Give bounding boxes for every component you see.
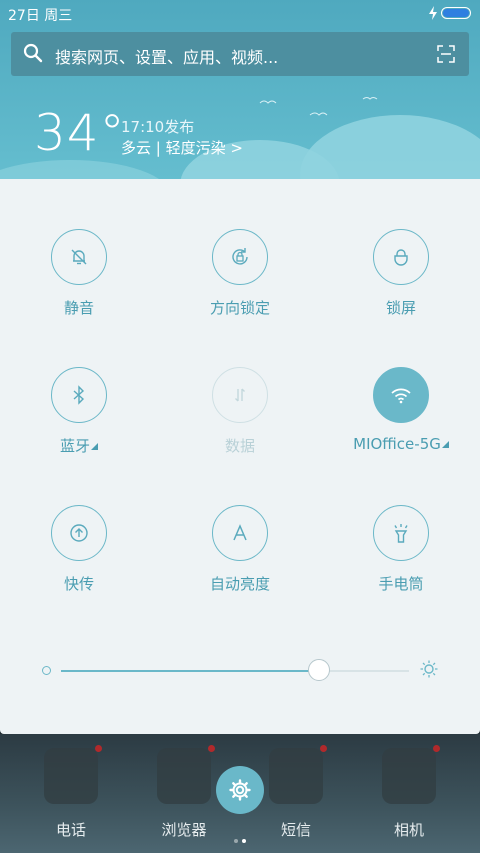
toggle-quick-share[interactable]: 快传 bbox=[19, 505, 139, 594]
charging-bolt-icon bbox=[429, 6, 437, 20]
bluetooth-icon bbox=[73, 385, 85, 405]
notification-badge bbox=[208, 745, 215, 752]
toggle-mobile-data[interactable]: 数据 bbox=[180, 367, 300, 456]
wifi-icon bbox=[391, 388, 411, 404]
notification-badge bbox=[433, 745, 440, 752]
weather-temperature[interactable]: 34° bbox=[34, 104, 126, 162]
toggle-wifi-label: MIOffice-5G bbox=[341, 435, 461, 453]
toggle-auto-brightness[interactable]: 自动亮度 bbox=[180, 505, 300, 594]
mute-bell-icon bbox=[71, 249, 87, 265]
toggle-mobile-data-button[interactable] bbox=[212, 367, 268, 423]
search-input[interactable]: 搜索网页、设置、应用、视频... bbox=[55, 44, 278, 68]
toggle-mute-button[interactable] bbox=[51, 229, 107, 285]
settings-button[interactable] bbox=[216, 766, 264, 814]
brightness-low-icon bbox=[42, 666, 51, 675]
toggle-wifi[interactable]: MIOffice-5G bbox=[341, 367, 461, 453]
toggle-rotation-lock-button[interactable] bbox=[212, 229, 268, 285]
notification-badge bbox=[95, 745, 102, 752]
weather-publish-time: 17:10发布 bbox=[121, 118, 195, 136]
browser-app-icon[interactable] bbox=[157, 745, 215, 804]
birds-decoration bbox=[259, 97, 378, 116]
toggle-rotation-lock[interactable]: 方向锁定 bbox=[180, 229, 300, 318]
toggle-mute[interactable]: 静音 bbox=[19, 229, 139, 318]
brightness-slider[interactable] bbox=[61, 659, 409, 681]
toggle-auto-brightness-label: 自动亮度 bbox=[209, 575, 270, 593]
app-phone[interactable]: 电话 bbox=[26, 745, 116, 840]
toggle-flashlight-label: 手电筒 bbox=[378, 575, 424, 593]
toggle-quick-share-button[interactable] bbox=[51, 505, 107, 561]
app-messages-label: 短信 bbox=[280, 821, 311, 839]
toggle-flashlight-button[interactable] bbox=[373, 505, 429, 561]
scan-icon[interactable] bbox=[437, 45, 455, 63]
toggle-bluetooth[interactable]: 蓝牙 bbox=[19, 367, 139, 456]
toggle-wifi-button[interactable] bbox=[373, 367, 429, 423]
app-browser-label: 浏览器 bbox=[161, 821, 207, 839]
toggle-flashlight[interactable]: 手电筒 bbox=[341, 505, 461, 594]
app-camera-label: 相机 bbox=[393, 821, 424, 839]
search-icon bbox=[23, 43, 43, 63]
share-transfer-icon bbox=[70, 524, 88, 542]
search-bar[interactable]: 搜索网页、设置、应用、视频... bbox=[11, 32, 469, 76]
brightness-high-icon bbox=[420, 660, 438, 678]
gear-icon bbox=[229, 779, 251, 801]
toggle-mute-label: 静音 bbox=[63, 299, 94, 317]
toggle-mobile-data-label: 数据 bbox=[224, 437, 255, 455]
page-dot-active bbox=[242, 839, 246, 843]
flashlight-icon bbox=[394, 524, 408, 543]
toggle-bluetooth-label: 蓝牙 bbox=[19, 435, 139, 456]
phone-app-icon[interactable] bbox=[44, 745, 102, 804]
expand-triangle-icon bbox=[91, 443, 98, 450]
toggle-lock-screen-button[interactable] bbox=[373, 229, 429, 285]
notification-badge bbox=[320, 745, 327, 752]
toggle-auto-brightness-button[interactable] bbox=[212, 505, 268, 561]
toggle-rotation-lock-label: 方向锁定 bbox=[209, 299, 270, 317]
page-indicator bbox=[232, 828, 248, 847]
auto-brightness-icon bbox=[233, 524, 247, 541]
brightness-slider-knob[interactable] bbox=[307, 659, 330, 681]
quick-settings-panel: 静音 方向锁定 锁屏 蓝牙 数据 MIOffice-5G 快传 自动亮度 手电筒 bbox=[0, 179, 480, 734]
app-phone-label: 电话 bbox=[55, 821, 86, 839]
weather-description[interactable]: 多云 | 轻度污染 > bbox=[121, 137, 243, 158]
home-screen-dock: 电话 浏览器 短信 相机 bbox=[0, 734, 480, 853]
app-messages[interactable]: 短信 bbox=[251, 745, 341, 840]
status-bar: 27日 周三 bbox=[0, 0, 480, 28]
page-dot bbox=[234, 839, 238, 843]
battery-icon bbox=[441, 7, 471, 19]
messages-app-icon[interactable] bbox=[269, 745, 327, 804]
toggle-lock-screen[interactable]: 锁屏 bbox=[341, 229, 461, 318]
toggle-bluetooth-button[interactable] bbox=[51, 367, 107, 423]
app-camera[interactable]: 相机 bbox=[364, 745, 454, 840]
lock-icon bbox=[394, 249, 408, 266]
toggle-lock-screen-label: 锁屏 bbox=[385, 299, 416, 317]
mobile-data-icon bbox=[235, 388, 245, 402]
brightness-slider-fill bbox=[61, 670, 319, 672]
rotation-lock-icon bbox=[232, 248, 248, 265]
toggle-quick-share-label: 快传 bbox=[63, 575, 94, 593]
camera-app-icon[interactable] bbox=[382, 745, 440, 804]
expand-triangle-icon bbox=[441, 441, 449, 448]
status-date: 27日 周三 bbox=[8, 8, 73, 24]
